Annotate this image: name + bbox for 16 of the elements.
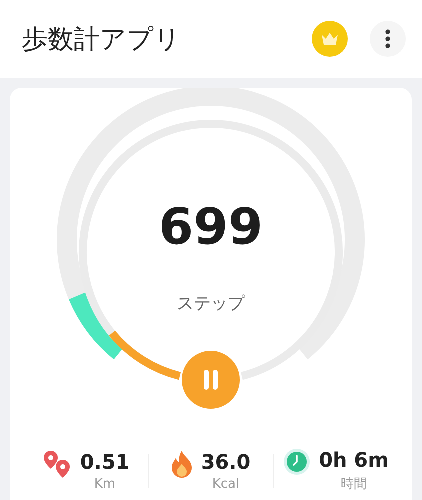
crown-button[interactable] xyxy=(312,21,348,57)
more-icon xyxy=(385,29,391,49)
stat-unit: Kcal xyxy=(212,476,240,492)
step-unit: ステップ xyxy=(177,293,245,315)
menu-button[interactable] xyxy=(370,21,406,57)
app-title: 歩数計アプリ xyxy=(22,24,182,56)
stat-value: 36.0 xyxy=(201,450,251,474)
stat-value: 0h 6m xyxy=(319,448,389,472)
stat-unit: Km xyxy=(94,476,116,492)
crown-icon xyxy=(321,32,339,46)
flame-icon xyxy=(171,450,194,478)
pause-icon xyxy=(203,370,219,390)
clock-icon xyxy=(283,448,312,476)
step-count: 699 xyxy=(158,198,264,256)
stat-value: 0.51 xyxy=(80,450,130,474)
stat-unit: 時間 xyxy=(341,476,367,493)
